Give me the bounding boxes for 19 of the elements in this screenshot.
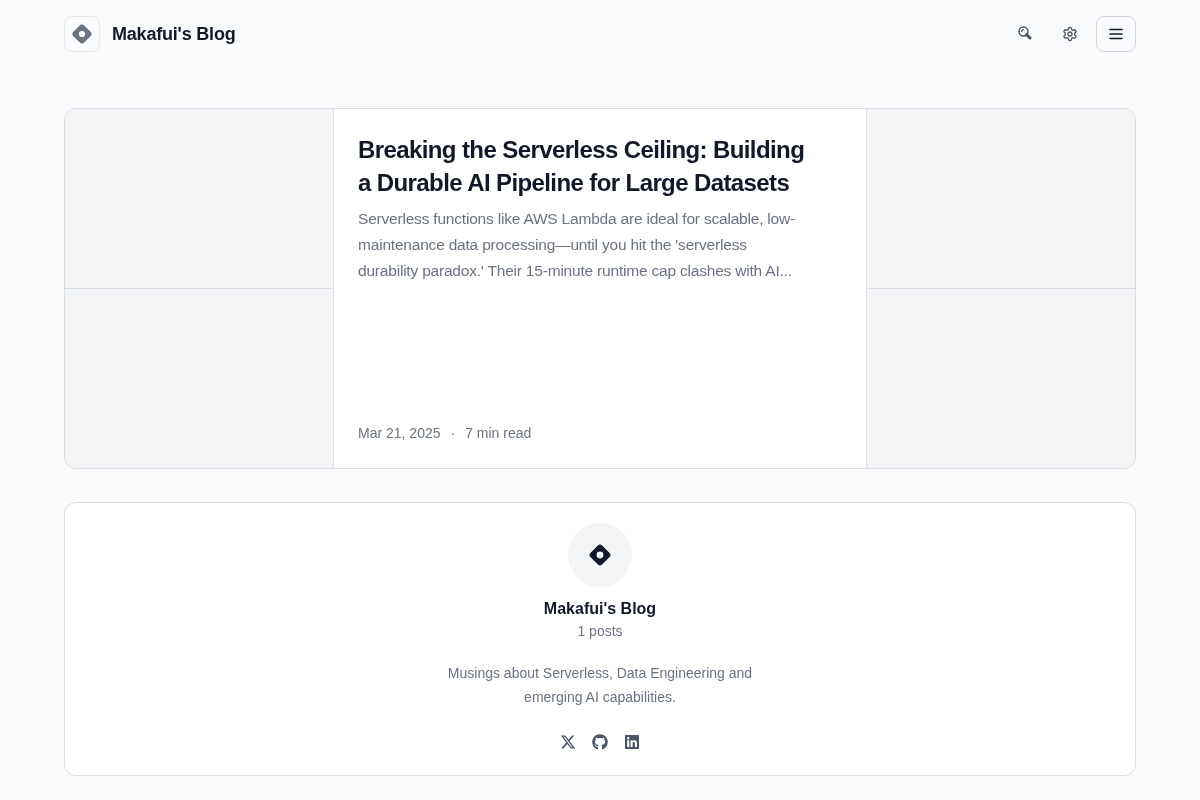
profile-name: Makafui's Blog — [543, 599, 657, 619]
search-icon — [1018, 26, 1034, 42]
post-excerpt: Serverless functions like AWS Lambda are ideal for scalable, low-maintenance data processing—until you hit the 'serverless durability paradox.' Their 15-minute runtime cap clashes with AI... — [358, 209, 795, 281]
post-count: 1 posts — [577, 622, 623, 641]
post-date: Mar 21, 2025 — [358, 424, 441, 443]
meta-separator: · — [450, 424, 456, 443]
site-title[interactable]: Makafui's Blog — [112, 23, 236, 45]
linkedin-logo-icon[interactable] — [624, 734, 640, 750]
menu-button[interactable] — [1096, 16, 1136, 52]
diamond-logo-icon — [588, 543, 612, 567]
menu-icon — [1109, 28, 1123, 40]
github-logo-icon[interactable] — [592, 734, 608, 750]
read-time: 7 min read — [465, 424, 532, 443]
settings-icon — [1062, 26, 1078, 42]
logo-tile[interactable] — [64, 16, 100, 52]
post-title[interactable]: Breaking the Serverless Ceiling: Building a Durable AI Pipeline for Large Datasets — [358, 133, 814, 199]
x-logo-icon[interactable] — [560, 734, 576, 750]
profile-description: Musings about Serverless, Data Engineering and emerging AI capabilities. — [446, 664, 754, 707]
diamond-logo-icon — [71, 23, 93, 45]
